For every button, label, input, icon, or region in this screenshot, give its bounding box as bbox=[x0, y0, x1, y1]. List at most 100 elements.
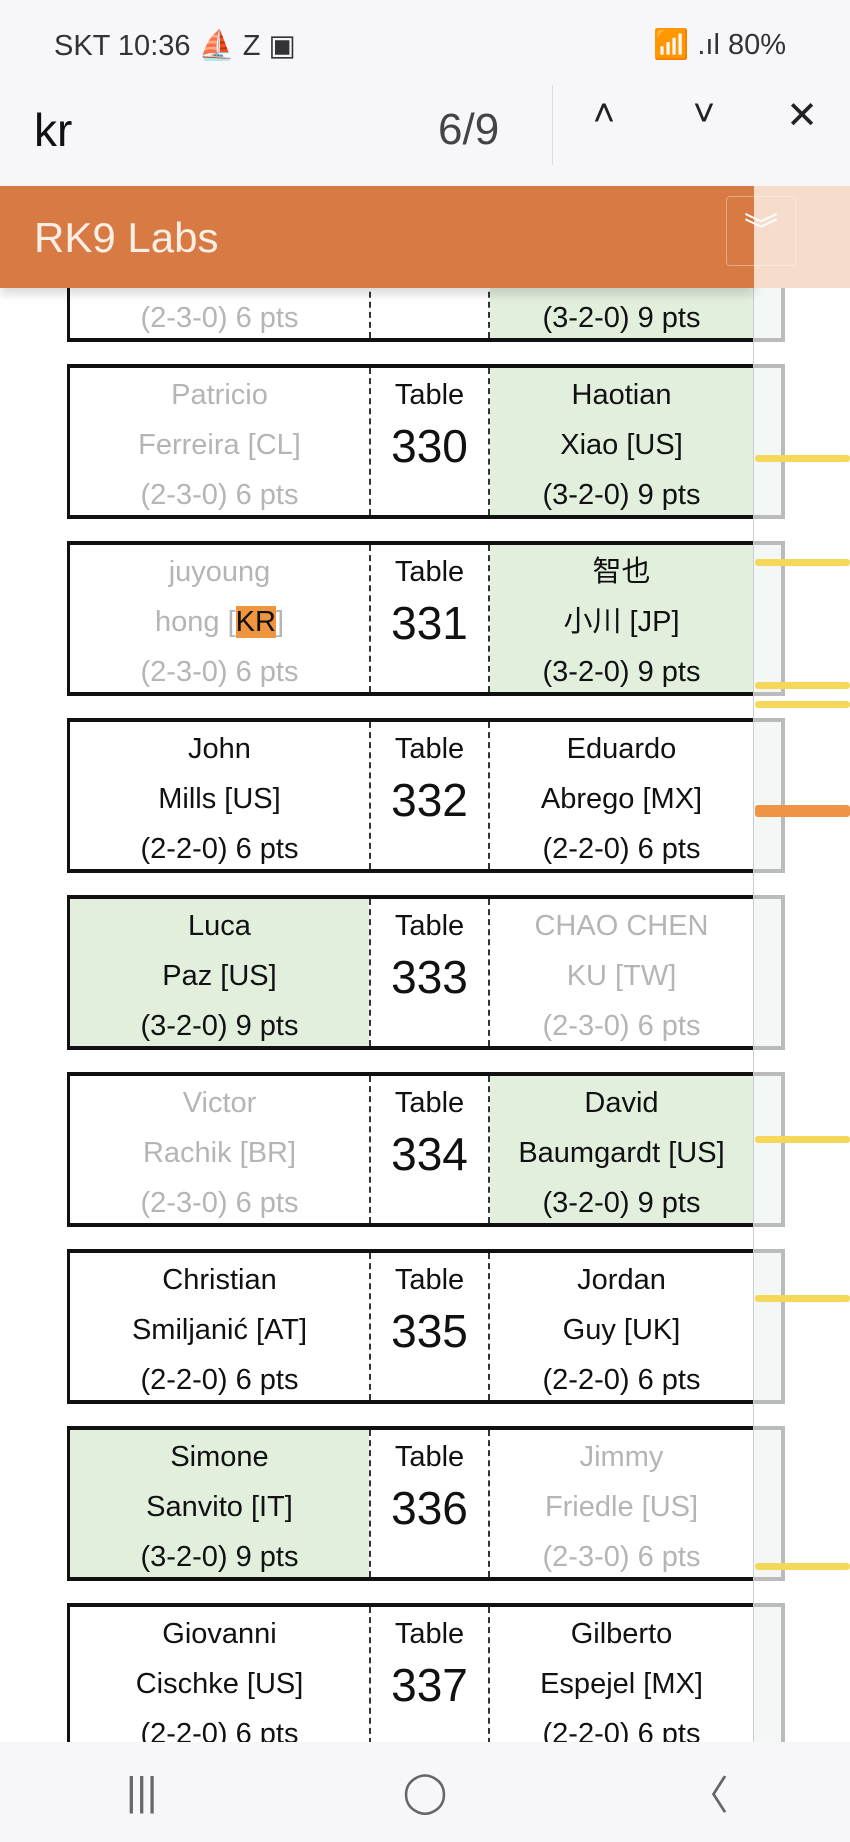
player-record: (3-2-0) 9 pts bbox=[542, 302, 701, 334]
player-record: (2-2-0) 6 pts bbox=[542, 1718, 701, 1742]
match-card: Simone Sanvito [IT] (3-2-0) 9 pts Table 336 J… bbox=[67, 1426, 753, 1581]
recents-button[interactable]: ||| bbox=[82, 1770, 202, 1815]
table-cell: Table 337 bbox=[369, 1607, 490, 1742]
player-name-first: Jordan bbox=[577, 1264, 666, 1296]
player-record: (2-2-0) 6 pts bbox=[140, 833, 299, 865]
player-record: (2-2-0) 6 pts bbox=[140, 1364, 299, 1396]
player-name-first: David bbox=[584, 1087, 659, 1119]
table-label: Table bbox=[394, 910, 465, 942]
table-number: 334 bbox=[391, 1128, 468, 1180]
player-record: (2-2-0) 6 pts bbox=[140, 1718, 299, 1742]
player-name-first: Luca bbox=[188, 910, 251, 942]
table-cell: Table 331 bbox=[369, 545, 490, 692]
table-cell: Table 336 bbox=[369, 1430, 490, 1577]
clock: SKT 10:36 bbox=[54, 30, 191, 62]
match-marker[interactable] bbox=[755, 1295, 850, 1302]
table-number: 331 bbox=[391, 597, 468, 649]
player-name-first: Victor bbox=[182, 1087, 257, 1119]
player-name-last: Abrego [MX] bbox=[540, 783, 703, 815]
close-icon[interactable]: ✕ bbox=[772, 93, 832, 138]
player-name-first: Christian bbox=[162, 1264, 277, 1296]
player-name-last: Rachik [BR] bbox=[142, 1137, 297, 1169]
chevron-up-icon[interactable]: ˄ bbox=[574, 93, 634, 136]
table-label: Table bbox=[394, 1441, 465, 1473]
player-name-last: Friedle [US] bbox=[544, 1491, 699, 1523]
current-match-marker[interactable] bbox=[755, 805, 850, 817]
table-cell: Table 335 bbox=[369, 1253, 490, 1400]
match-marker[interactable] bbox=[755, 1136, 850, 1143]
site-title[interactable]: RK9 Labs bbox=[34, 214, 218, 262]
player-name-first: Eduardo bbox=[566, 733, 677, 765]
card-overflow-edge bbox=[753, 1603, 785, 1742]
table-cell: Table 334 bbox=[369, 1076, 490, 1223]
player-right: (3-2-0) 9 pts bbox=[490, 288, 753, 338]
match-marker[interactable] bbox=[755, 701, 850, 708]
player-name-last: Espejel [MX] bbox=[540, 1668, 703, 1700]
match-marker[interactable] bbox=[755, 559, 850, 566]
card-overflow-edge bbox=[753, 288, 785, 342]
table-label: Table bbox=[394, 379, 465, 411]
table-number: 329 bbox=[371, 288, 488, 295]
player-right: Jimmy Friedle [US] (2-3-0) 6 pts bbox=[490, 1430, 753, 1577]
player-name-first: 智也 bbox=[592, 556, 651, 588]
navigation-bar: ||| ◯ 〈 bbox=[0, 1742, 850, 1842]
player-record: (2-3-0) 6 pts bbox=[140, 302, 299, 334]
home-button[interactable]: ◯ bbox=[365, 1769, 485, 1815]
pairings-list: (2-3-0) 6 pts Table 329 (3-2-0) 9 pts Patri… bbox=[0, 288, 850, 1742]
player-left: Patricio Ferreira [CL] (2-3-0) 6 pts bbox=[70, 368, 369, 515]
player-record: (3-2-0) 9 pts bbox=[542, 656, 701, 688]
player-left: Simone Sanvito [IT] (3-2-0) 9 pts bbox=[70, 1430, 369, 1577]
player-record: (2-2-0) 6 pts bbox=[542, 833, 701, 865]
find-match-highlight: KR bbox=[235, 606, 276, 638]
find-input[interactable]: kr bbox=[34, 103, 72, 157]
player-right: 智也小川 [JP] (3-2-0) 9 pts bbox=[490, 545, 753, 692]
card-overflow-edge bbox=[753, 364, 785, 519]
match-marker[interactable] bbox=[755, 1563, 850, 1570]
match-marker[interactable] bbox=[755, 455, 850, 462]
notification-icons: ⛵ Z ▣ bbox=[198, 30, 296, 62]
player-name-last: Xiao [US] bbox=[560, 429, 683, 461]
player-name-last: Paz [US] bbox=[162, 960, 277, 992]
player-record: (3-2-0) 9 pts bbox=[542, 1187, 701, 1219]
player-name-first: Patricio bbox=[171, 379, 268, 411]
table-number: 336 bbox=[391, 1482, 468, 1534]
player-name-first: CHAO CHEN bbox=[534, 910, 709, 942]
table-label: Table bbox=[394, 1087, 465, 1119]
double-chevron-down-icon[interactable]: ︾ bbox=[726, 196, 796, 266]
match-card: Victor Rachik [BR] (2-3-0) 6 pts Table 334 Da… bbox=[67, 1072, 753, 1227]
player-name-first: Gilberto bbox=[570, 1618, 673, 1650]
player-left: juyoung hong [KR] (2-3-0) 6 pts bbox=[70, 545, 369, 692]
header-menu-area: ︾ bbox=[726, 186, 850, 288]
match-marker[interactable] bbox=[755, 682, 850, 689]
table-number: 330 bbox=[391, 420, 468, 472]
name-text: ] bbox=[275, 606, 284, 638]
scrollbar-track[interactable] bbox=[753, 288, 754, 1742]
card-overflow-edge bbox=[753, 1249, 785, 1404]
match-card: Luca Paz [US] (3-2-0) 9 pts Table 333 CHAO CH… bbox=[67, 895, 753, 1050]
player-record: (2-3-0) 6 pts bbox=[542, 1541, 701, 1573]
match-card: juyoung hong [KR] (2-3-0) 6 pts Table 331 智也小… bbox=[67, 541, 753, 696]
match-card: Christian Smiljanić [AT] (2-2-0) 6 pts Tabl… bbox=[67, 1249, 753, 1404]
player-name-last: Sanvito [IT] bbox=[146, 1491, 293, 1523]
player-name-last: 小川 [JP] bbox=[563, 606, 680, 638]
card-overflow-edge bbox=[753, 1426, 785, 1581]
player-left: Victor Rachik [BR] (2-3-0) 6 pts bbox=[70, 1076, 369, 1223]
table-number: 332 bbox=[391, 774, 468, 826]
player-left: Christian Smiljanić [AT] (2-2-0) 6 pts bbox=[70, 1253, 369, 1400]
player-name-first: Simone bbox=[170, 1441, 269, 1473]
player-name-last: Guy [UK] bbox=[562, 1314, 681, 1346]
player-name-last: Ferreira [CL] bbox=[138, 429, 301, 461]
table-cell: Table 330 bbox=[369, 368, 490, 515]
chevron-down-icon[interactable]: ˅ bbox=[674, 93, 734, 136]
table-label: Table bbox=[394, 733, 465, 765]
status-left: SKT 10:36 ⛵ Z ▣ bbox=[54, 28, 296, 63]
card-overflow-edge bbox=[753, 1072, 785, 1227]
player-record: (3-2-0) 9 pts bbox=[542, 479, 701, 511]
player-name-last: Smiljanić [AT] bbox=[131, 1314, 308, 1346]
match-card: Patricio Ferreira [CL] (2-3-0) 6 pts Table 3… bbox=[67, 364, 753, 519]
status-right: 📶 .ıl 80% bbox=[653, 29, 786, 61]
player-name-first: Giovanni bbox=[162, 1618, 277, 1650]
player-right: Eduardo Abrego [MX] (2-2-0) 6 pts bbox=[490, 722, 753, 869]
back-button[interactable]: 〈 bbox=[648, 1763, 768, 1821]
match-card: Giovanni Cischke [US] (2-2-0) 6 pts Table 33… bbox=[67, 1603, 753, 1742]
